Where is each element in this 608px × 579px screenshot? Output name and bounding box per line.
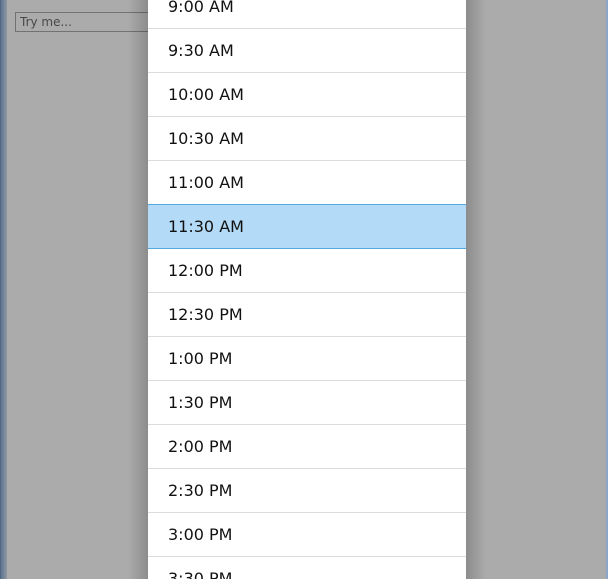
time-option[interactable]: 12:30 PM [148, 293, 466, 337]
time-option[interactable]: 10:00 AM [148, 73, 466, 117]
page: 9:00 AM 9:30 AM 10:00 AM 10:30 AM 11:00 … [0, 0, 608, 579]
time-option[interactable]: 2:00 PM [148, 425, 466, 469]
time-option[interactable]: 10:30 AM [148, 117, 466, 161]
time-option[interactable]: 9:30 AM [148, 29, 466, 73]
time-option[interactable]: 1:00 PM [148, 337, 466, 381]
time-option-selected[interactable]: 11:30 AM [148, 204, 466, 249]
time-option[interactable]: 9:00 AM [148, 0, 466, 29]
time-option[interactable]: 1:30 PM [148, 381, 466, 425]
time-list: 9:00 AM 9:30 AM 10:00 AM 10:30 AM 11:00 … [148, 0, 466, 579]
time-option[interactable]: 3:30 PM [148, 557, 466, 579]
time-option[interactable]: 11:00 AM [148, 161, 466, 205]
time-option[interactable]: 3:00 PM [148, 513, 466, 557]
time-option[interactable]: 2:30 PM [148, 469, 466, 513]
time-option[interactable]: 12:00 PM [148, 249, 466, 293]
time-picker-popup: 9:00 AM 9:30 AM 10:00 AM 10:30 AM 11:00 … [148, 0, 466, 579]
